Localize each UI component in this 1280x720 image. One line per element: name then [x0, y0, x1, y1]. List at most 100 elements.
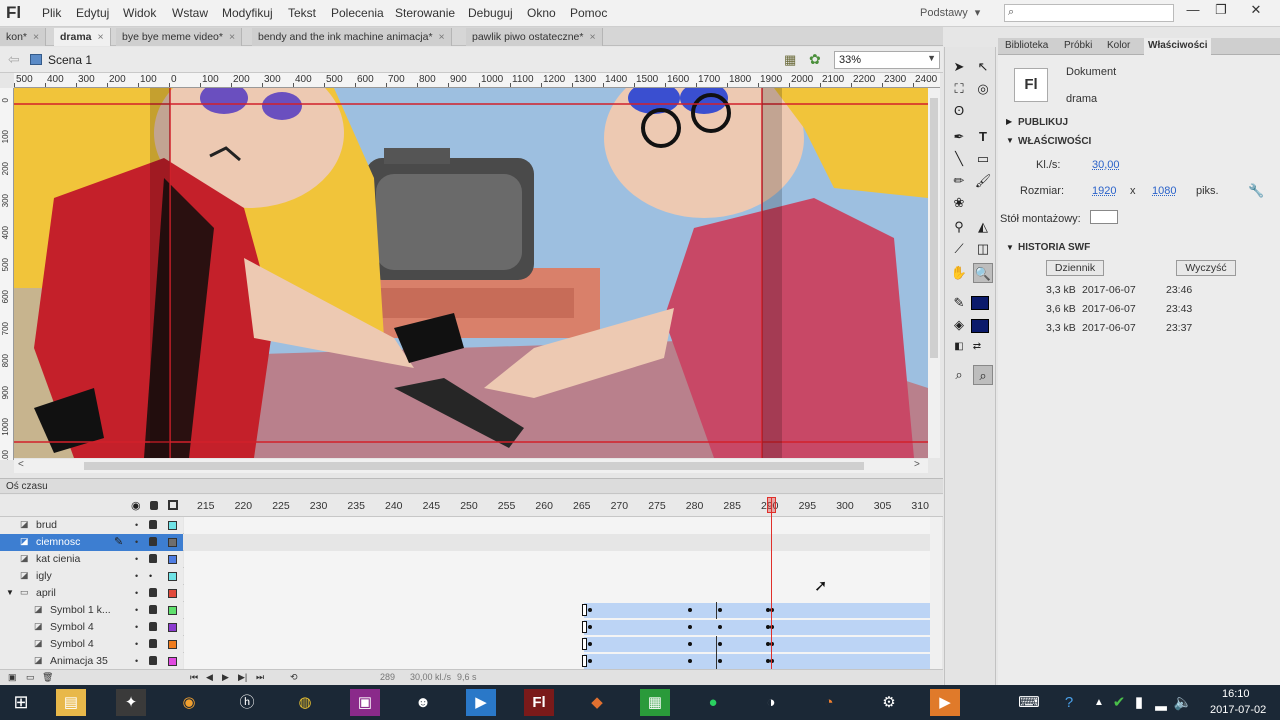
lock-icon[interactable] — [149, 639, 157, 648]
snap-magnet-icon[interactable]: ⌕ — [949, 365, 969, 385]
layer-color-swatch[interactable] — [168, 606, 177, 615]
frame-number[interactable]: 285 — [723, 500, 741, 512]
keyframe[interactable] — [588, 625, 592, 629]
maximize-button[interactable]: ❐ — [1210, 2, 1232, 20]
loop-icon[interactable]: ⟲ — [290, 672, 298, 683]
width-value[interactable]: 1920 — [1092, 185, 1116, 197]
file-explorer-icon[interactable]: ▤ — [56, 689, 86, 716]
visibility-dot-icon[interactable]: • — [135, 588, 138, 598]
timeline-layer-row[interactable]: ◪ igly • • — [0, 568, 930, 585]
frame-number[interactable]: 295 — [799, 500, 817, 512]
chevron-right-icon[interactable]: > — [914, 459, 920, 470]
height-value[interactable]: 1080 — [1152, 185, 1176, 197]
black-white-icon[interactable]: ◧ — [949, 337, 969, 357]
adobe-app-icon[interactable]: ◆ — [582, 689, 612, 716]
close-icon[interactable]: × — [33, 31, 39, 43]
menu-modyfikuj[interactable]: Modyfikuj — [222, 6, 273, 20]
lock-icon[interactable] — [149, 520, 157, 529]
workspace-switcher[interactable]: Podstawy ▾ — [920, 6, 980, 19]
edit-scene-icon[interactable]: ✿ — [809, 51, 821, 68]
lock-icon[interactable] — [149, 588, 157, 597]
clear-button[interactable]: Wyczyść — [1176, 260, 1236, 276]
frame-number[interactable]: 310 — [911, 500, 929, 512]
pencil-tool-icon[interactable]: ✏ — [949, 171, 969, 191]
section-publish[interactable]: PUBLIKUJ — [1018, 117, 1068, 128]
stroke-color-icon[interactable]: ✎ — [949, 293, 969, 313]
menu-edytuj[interactable]: Edytuj — [76, 6, 109, 20]
lock-icon[interactable] — [149, 622, 157, 631]
layer-color-swatch[interactable] — [168, 538, 177, 547]
tween-span[interactable] — [584, 654, 930, 669]
timeline-layer-row[interactable]: ▼ ▭ april • — [0, 585, 930, 602]
keyframe[interactable] — [688, 659, 692, 663]
blender-icon[interactable]: ◔ — [814, 689, 844, 716]
layer-name-cell[interactable]: ◪ kat cienia • — [0, 551, 183, 568]
timeline-layer-row[interactable]: ◪ brud • — [0, 517, 930, 534]
timeline-layer-row[interactable]: ◪ Symbol 4 • — [0, 619, 930, 636]
volume-icon[interactable]: 🔈 — [1168, 689, 1198, 716]
timeline-layer-row[interactable]: ◪ Animacja 35 • — [0, 653, 930, 670]
chevron-down-icon[interactable]: ▼ — [1006, 243, 1014, 252]
empty-keyframe[interactable] — [582, 621, 587, 633]
close-icon[interactable]: × — [98, 31, 104, 43]
layer-name-cell[interactable]: ◪ igly • • — [0, 568, 183, 585]
layer-name-cell[interactable]: ▼ ▭ april • — [0, 585, 183, 602]
chevron-right-icon[interactable]: ▶ — [1006, 117, 1012, 126]
clock-time[interactable]: 16:10 — [1222, 688, 1250, 700]
menu-plik[interactable]: Plik — [42, 6, 61, 20]
keyframe[interactable] — [688, 642, 692, 646]
back-arrow-icon[interactable]: ⇦ — [8, 51, 20, 68]
bone-tool-icon[interactable]: ⚲ — [949, 217, 969, 237]
stage-color-swatch[interactable] — [1090, 210, 1118, 224]
layer-frames[interactable] — [184, 534, 930, 551]
scrollbar-thumb[interactable] — [84, 462, 864, 470]
lock-icon[interactable] — [149, 554, 157, 563]
tween-span[interactable] — [584, 637, 930, 652]
keyframe[interactable] — [588, 659, 592, 663]
tab-library[interactable]: Biblioteka — [1005, 40, 1048, 51]
help-search-input[interactable]: ⌕ — [1004, 4, 1174, 22]
tween-span[interactable] — [584, 603, 930, 618]
tab-pawlik[interactable]: pawlik piwo ostateczne* × — [466, 28, 603, 46]
lock-icon[interactable] — [149, 605, 157, 614]
empty-keyframe[interactable] — [582, 604, 587, 616]
layer-color-swatch[interactable] — [168, 640, 177, 649]
3d-rotation-tool-icon[interactable]: ◎ — [973, 79, 993, 99]
timeline-layer-row[interactable]: ◪ Symbol 4 • — [0, 636, 930, 653]
lock-icon[interactable] — [149, 656, 157, 665]
stage-horizontal-scrollbar[interactable]: < > — [14, 459, 928, 473]
frame-number[interactable]: 270 — [611, 500, 629, 512]
eyedropper-tool-icon[interactable]: ⟋ — [949, 239, 969, 259]
menu-debuguj[interactable]: Debuguj — [468, 6, 513, 20]
spotify-icon[interactable]: ● — [698, 689, 728, 716]
stage-vertical-scrollbar[interactable] — [928, 88, 940, 458]
tab-bendy[interactable]: bendy and the ink machine animacja* × — [252, 28, 452, 46]
keyboard-icon[interactable]: ⌨ — [1014, 689, 1044, 716]
screen-recorder-icon[interactable]: ▣ — [350, 689, 380, 716]
tween-span[interactable] — [584, 620, 930, 635]
lasso-tool-icon[interactable]: ʘ — [949, 101, 969, 121]
frame-number[interactable]: 265 — [573, 500, 591, 512]
keyframe[interactable] — [718, 642, 722, 646]
timeline-frame-ruler[interactable]: ◉ 215 220 225 230 235 240 245 250 255 260 265 270 27… — [0, 495, 943, 517]
frame-number[interactable]: 245 — [423, 500, 441, 512]
timeline-layer-row[interactable]: ◪ kat cienia • — [0, 551, 930, 568]
visibility-dot-icon[interactable]: • — [135, 622, 138, 632]
line-tool-icon[interactable]: ╲ — [949, 149, 969, 169]
video-editor-icon[interactable]: ▶ — [466, 689, 496, 716]
timeline-vertical-scrollbar[interactable] — [930, 517, 942, 669]
keyframe[interactable] — [718, 608, 722, 612]
visibility-dot-icon[interactable]: • — [135, 554, 138, 564]
layer-name-cell[interactable]: ◪ ciemnosc ✎ • — [0, 534, 183, 551]
layer-frames[interactable] — [184, 517, 930, 534]
fill-color-swatch[interactable] — [971, 319, 989, 333]
empty-keyframe[interactable] — [582, 638, 587, 650]
hand-tool-icon[interactable]: ✋ — [949, 263, 969, 283]
zoom-option-icon[interactable]: ⌕ — [973, 365, 993, 385]
stroke-color-swatch[interactable] — [971, 296, 989, 310]
layer-name-cell[interactable]: ◪ brud • — [0, 517, 183, 534]
gimp-icon[interactable]: ☻ — [408, 689, 438, 716]
layer-name-cell[interactable]: ◪ Symbol 1 k... • — [0, 602, 183, 619]
brush-tool-icon[interactable]: 🖌 — [973, 171, 993, 191]
pen-tool-icon[interactable]: ✒ — [949, 127, 969, 147]
